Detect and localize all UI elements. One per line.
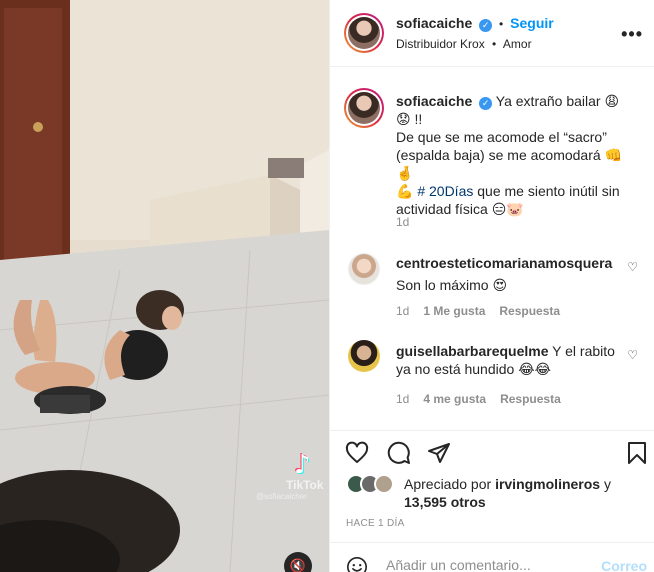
- save-bookmark-icon[interactable]: [626, 441, 648, 465]
- emoji-smiley-icon[interactable]: [346, 556, 368, 572]
- commenter-avatar[interactable]: [348, 253, 380, 285]
- comment-item: centroesteticomarianamosquera Son lo máx…: [396, 254, 618, 294]
- video-frame: [0, 0, 329, 572]
- comment-meta: 1d 1 Me gusta Respuesta: [396, 304, 560, 318]
- audio-label[interactable]: Distribuidor Krox: [396, 37, 485, 51]
- follow-button[interactable]: Seguir: [510, 15, 554, 31]
- comment-likes[interactable]: 1 Me gusta: [423, 304, 485, 318]
- comment-item: guisellabarbarequelme Y el rabito ya no …: [396, 342, 618, 378]
- caption-emoji: 💪: [396, 183, 414, 199]
- share-paper-plane-icon[interactable]: [426, 441, 452, 465]
- liker-avatar: [374, 474, 394, 494]
- author-username[interactable]: sofiacaiche: [396, 15, 472, 31]
- post-header: sofiacaiche ✓ • Seguir Distribuidor Krox…: [330, 0, 654, 67]
- post-caption: sofiacaiche ✓ Ya extraño bailar 😩😟 !! De…: [396, 92, 632, 218]
- comment-text: Son lo máximo 😍: [396, 277, 508, 293]
- post-comment-button[interactable]: Correo: [601, 558, 647, 572]
- comment-time[interactable]: 1d: [396, 304, 409, 318]
- tiktok-logo-icon: ♪: [294, 450, 311, 480]
- comment-likes[interactable]: 4 me gusta: [423, 392, 486, 406]
- like-heart-icon[interactable]: [344, 441, 370, 465]
- comment-time[interactable]: 1d: [396, 392, 409, 406]
- verified-badge-icon: ✓: [479, 97, 493, 110]
- action-bar: [330, 430, 654, 470]
- liker-username[interactable]: irvingmolineros: [495, 476, 600, 492]
- post-video[interactable]: ♪ TikTok @sofiacaicher 🔇: [0, 0, 329, 572]
- commenter-avatar[interactable]: [348, 340, 380, 372]
- comment-username[interactable]: centroesteticomarianamosquera: [396, 255, 612, 271]
- speaker-muted-icon[interactable]: 🔇: [284, 552, 312, 572]
- add-comment-bar: Correo: [330, 542, 654, 572]
- location-label[interactable]: Amor: [503, 37, 532, 51]
- post-timestamp[interactable]: HACE 1 DÍA: [346, 518, 405, 529]
- comment-reply-button[interactable]: Respuesta: [500, 392, 561, 406]
- comment-like-heart-icon[interactable]: ♡: [627, 348, 638, 362]
- verified-badge-icon: ✓: [479, 19, 493, 32]
- caption-avatar[interactable]: [344, 88, 384, 128]
- tiktok-watermark: TikTok: [286, 478, 324, 492]
- caption-username[interactable]: sofiacaiche: [396, 93, 472, 109]
- likes-prefix: Apreciado por: [404, 476, 492, 492]
- caption-time[interactable]: 1d: [396, 215, 409, 229]
- subtitle-separator: •: [492, 37, 497, 51]
- tiktok-username-watermark: @sofiacaicher: [256, 492, 307, 501]
- post-sidebar: sofiacaiche ✓ • Seguir Distribuidor Krox…: [329, 0, 654, 572]
- comment-reply-button[interactable]: Respuesta: [499, 304, 560, 318]
- more-dots-icon[interactable]: •••: [621, 24, 643, 45]
- comment-like-heart-icon[interactable]: ♡: [627, 260, 638, 274]
- comment-bubble-icon[interactable]: [386, 441, 412, 465]
- comment-username[interactable]: guisellabarbarequelme: [396, 343, 549, 359]
- comment-meta: 1d 4 me gusta Respuesta: [396, 392, 561, 406]
- likes-count[interactable]: 13,595 otros: [404, 494, 486, 510]
- comment-input[interactable]: [386, 557, 586, 572]
- likes-connector: y: [603, 476, 611, 492]
- caption-text-2: De que se me acomode el “sacro” (espalda…: [396, 129, 622, 181]
- caption-hashtag[interactable]: # 20Días: [417, 183, 473, 199]
- author-avatar[interactable]: [344, 13, 384, 53]
